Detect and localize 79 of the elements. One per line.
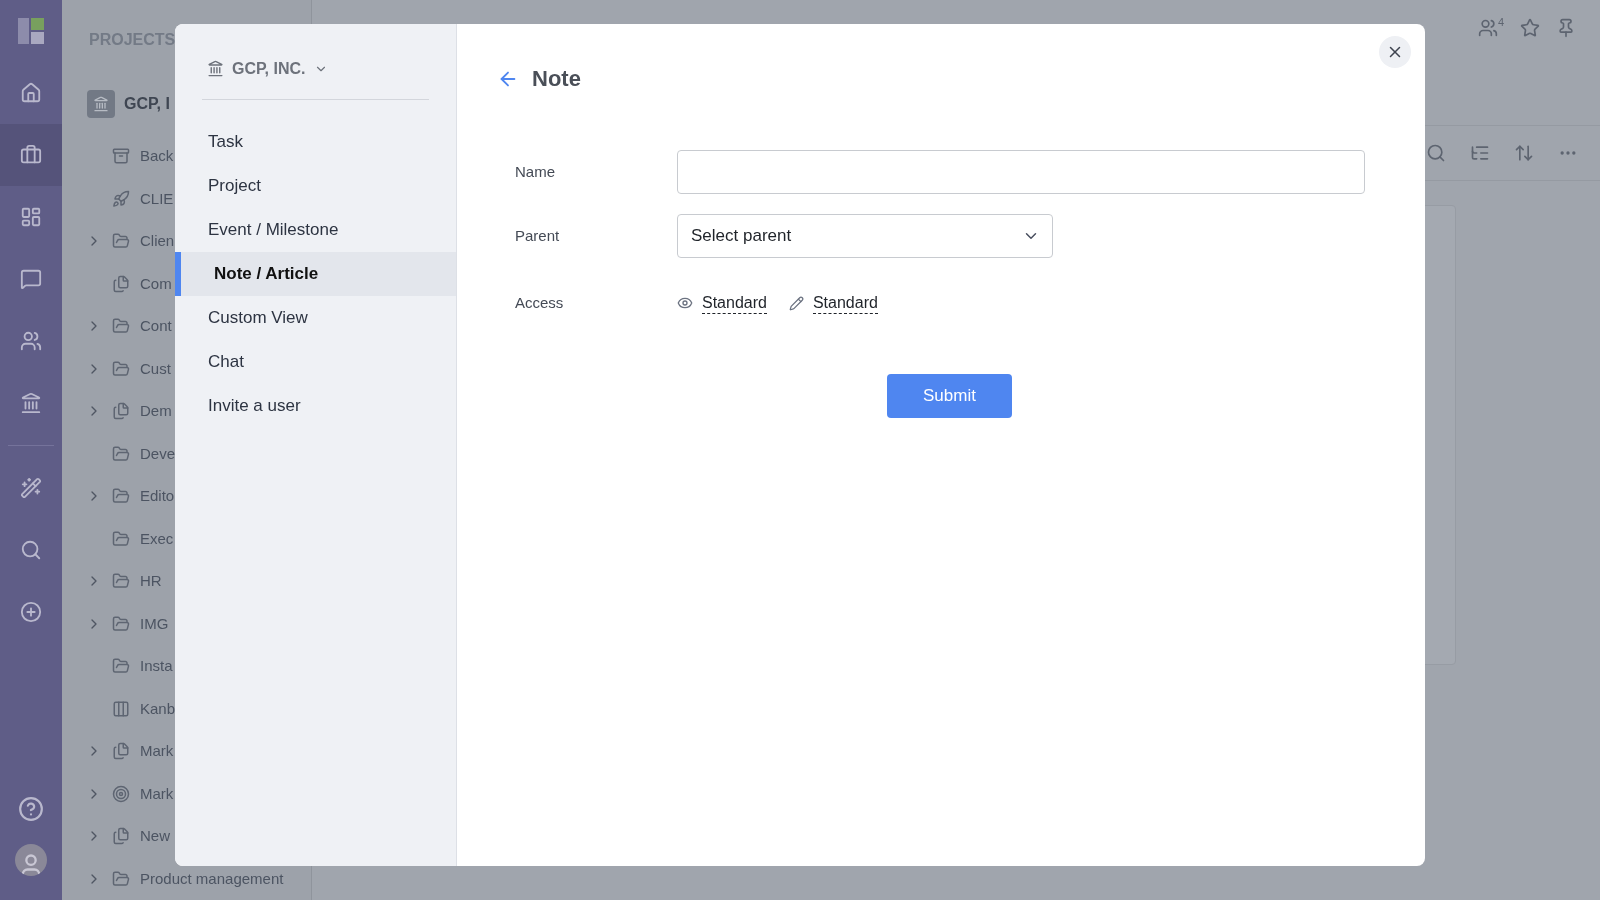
project-name[interactable]: Deve [140,442,176,465]
project-name[interactable]: Cust [140,357,171,380]
folder-icon [112,232,130,251]
user-avatar[interactable] [15,844,47,876]
create-menu-item[interactable]: Task [175,120,456,164]
bank-icon [207,60,224,77]
create-menu-item[interactable]: Note / Article [175,252,456,296]
target-icon [112,784,130,803]
project-name[interactable]: IMG [140,612,169,635]
create-menu-item[interactable]: Custom View [175,296,456,340]
project-name[interactable]: Insta [140,655,173,678]
close-button[interactable] [1379,36,1411,68]
project-name[interactable]: Dem [140,400,172,423]
project-name[interactable]: Back [140,145,174,168]
field-label: Parent [515,225,561,246]
home-icon [20,82,42,104]
chat-icon [20,268,42,290]
pencil-icon [788,295,804,311]
sort-icon[interactable] [1514,143,1534,163]
dialog-title: Note [532,65,581,93]
add-icon [20,601,42,623]
project-name[interactable]: Edito [140,485,175,508]
search-icon[interactable] [1426,143,1446,163]
dashboard-icon [20,206,42,228]
magic-wand-icon [20,477,42,499]
parent-select[interactable]: Select parent [677,214,1053,258]
rail-item[interactable] [0,124,62,186]
project-name[interactable]: Clien [140,230,175,253]
field-label: Access [515,292,565,313]
project-name[interactable]: CLIE [140,187,174,210]
pin-icon[interactable] [1556,18,1576,38]
archive-icon [112,147,130,166]
search-icon [20,539,42,561]
folder-icon [112,572,130,591]
folder-icon [112,487,130,506]
kanban-icon [112,699,130,718]
bank-icon [93,96,109,112]
members-count: 4 [1497,15,1504,30]
project-name[interactable]: New [140,825,170,848]
folder-icon [112,529,130,548]
documents-icon [112,742,130,761]
field-label: Name [515,161,556,182]
folder-icon [112,614,130,633]
project-name[interactable]: HR [140,570,162,593]
folder-icon [112,657,130,676]
create-menu-item[interactable]: Invite a user [175,384,456,428]
project-name[interactable]: Exec [140,527,174,550]
name-input[interactable] [677,150,1365,194]
project-name[interactable]: Cont [140,315,172,338]
org-switcher[interactable]: GCP, INC. [207,56,328,81]
view-access-link[interactable]: Standard [702,292,767,314]
members-icon[interactable] [1477,18,1498,38]
create-menu-item[interactable]: Project [175,164,456,208]
project-name[interactable]: Mark [140,782,174,805]
create-menu-item[interactable]: Chat [175,340,456,384]
create-menu-item[interactable]: Event / Milestone [175,208,456,252]
project-name[interactable]: Product management [140,867,284,890]
app-logo [18,18,44,44]
documents-icon [112,827,130,846]
folder-icon [112,869,130,888]
documents-icon [112,402,130,421]
folder-icon [112,317,130,336]
project-name[interactable]: Kanb [140,697,176,720]
folder-icon [112,359,130,378]
folder-icon [112,444,130,463]
edit-access-link[interactable]: Standard [812,292,878,314]
org-name[interactable]: GCP, I [124,92,170,116]
users-icon [20,330,42,352]
project-name[interactable]: Mark [140,740,174,763]
eye-icon [677,295,693,311]
briefcase-icon [20,144,42,166]
submit-button[interactable]: Submit [887,374,1012,418]
project-name[interactable]: Com [140,272,172,295]
documents-icon [112,274,130,293]
help-icon[interactable] [18,796,44,822]
rocket-icon [112,189,130,208]
bank-icon [20,392,42,414]
star-icon[interactable] [1520,18,1540,38]
list-icon[interactable] [1470,143,1490,163]
